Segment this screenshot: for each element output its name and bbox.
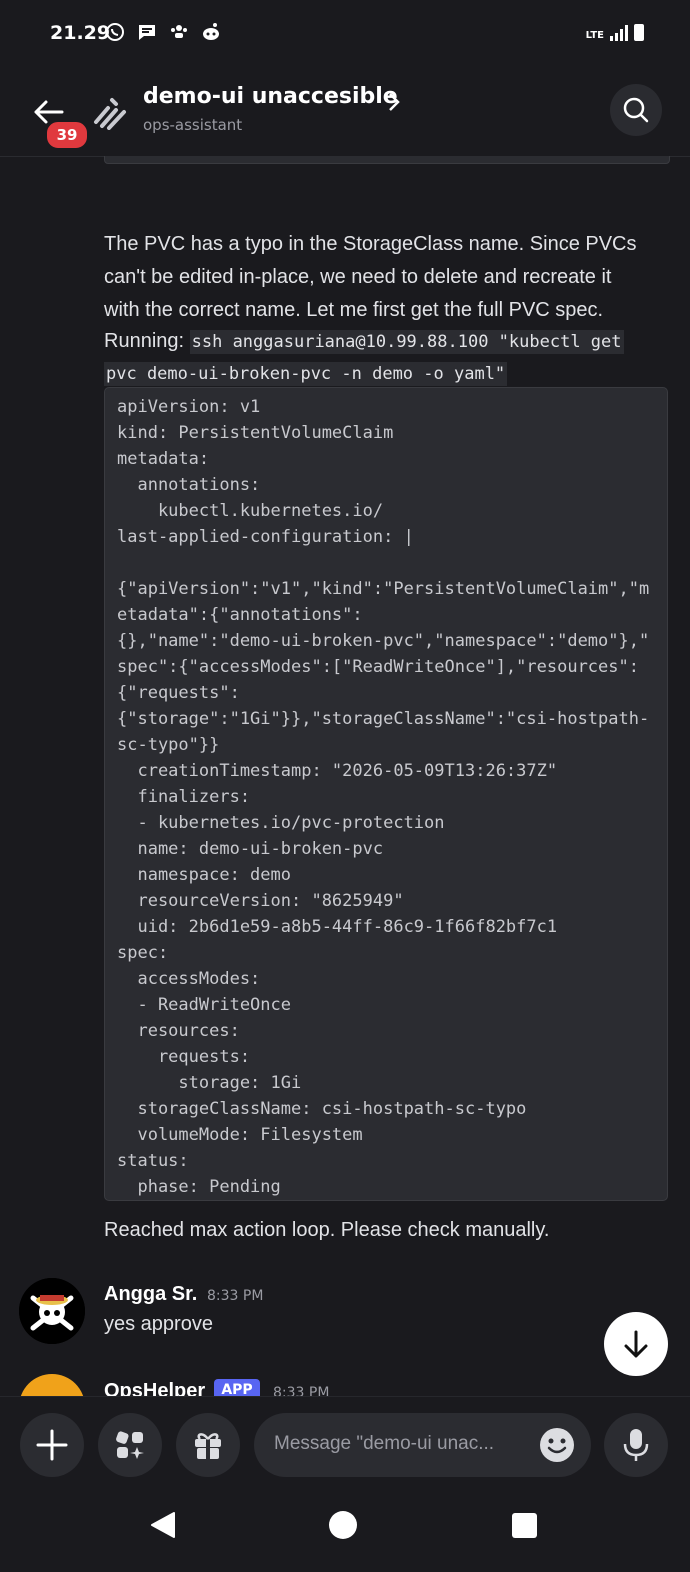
inline-command: ssh anggasuriana@10.99.88.100 "kubectl g… (189, 330, 624, 354)
bot-message-line: can't be edited in-place, we need to del… (104, 266, 612, 288)
gift-icon (195, 1433, 221, 1459)
unread-badge: 39 (45, 120, 89, 150)
bot-footer-text: Reached max action loop. Please check ma… (104, 1219, 550, 1241)
search-button[interactable] (610, 84, 662, 136)
message-icon (139, 25, 155, 40)
message-composer: Message "demo-ui unac... (0, 1396, 690, 1493)
message-author[interactable]: OpsHelper (104, 1380, 205, 1396)
avatar[interactable] (19, 1278, 85, 1344)
avatar[interactable] (19, 1374, 85, 1396)
emoji-icon[interactable] (539, 1427, 575, 1463)
status-time: 21.29 (50, 22, 111, 44)
nav-back-icon[interactable] (148, 1510, 178, 1540)
add-button[interactable] (20, 1413, 84, 1477)
reddit-icon (203, 23, 219, 40)
signal-icon (610, 25, 628, 41)
battery-icon (634, 24, 644, 41)
bot-message-line: with the correct name. Let me first get … (104, 299, 604, 321)
notification-icons (105, 22, 221, 42)
app-badge: APP (214, 1379, 260, 1396)
bot-message-line: The PVC has a typo in the StorageClass n… (104, 233, 637, 255)
previous-code-block (104, 156, 670, 164)
voice-button[interactable] (604, 1413, 668, 1477)
apps-button[interactable] (98, 1413, 162, 1477)
inline-command: pvc demo-ui-broken-pvc -n demo -o yaml" (104, 362, 508, 386)
microphone-icon (623, 1429, 649, 1461)
nav-recents-icon[interactable] (511, 1512, 538, 1539)
thread-icon (94, 98, 126, 130)
system-indicators: LTE (586, 24, 644, 41)
android-nav-bar (0, 1492, 690, 1572)
status-bar: 21.29 LTE (0, 0, 690, 70)
code-output: apiVersion: v1 kind: PersistentVolumeCla… (117, 397, 650, 1197)
message-input-placeholder: Message "demo-ui unac... (274, 1433, 495, 1454)
community-icon (171, 25, 187, 38)
plus-icon (36, 1429, 68, 1461)
channel-name: ops-assistant (143, 116, 243, 134)
message-author[interactable]: Angga Sr. (104, 1283, 197, 1306)
arrow-down-icon (624, 1330, 648, 1358)
gift-button[interactable] (176, 1413, 240, 1477)
running-label: Running: (104, 330, 185, 352)
skull-avatar-icon (19, 1278, 85, 1344)
nav-home-icon[interactable] (328, 1510, 358, 1540)
thread-header: 39 demo-ui unaccesible ops-assistant (0, 70, 690, 157)
bot-message-text: The PVC has a typo in the StorageClass n… (104, 228, 637, 327)
whatsapp-icon (106, 23, 124, 41)
message-list[interactable]: The PVC has a typo in the StorageClass n… (0, 156, 690, 1396)
jump-to-bottom-button[interactable] (604, 1312, 668, 1376)
running-command: Running: ssh anggasuriana@10.99.88.100 "… (104, 326, 664, 390)
apps-icon (116, 1431, 144, 1459)
message-input[interactable]: Message "demo-ui unac... (254, 1413, 591, 1477)
search-icon (623, 97, 649, 123)
code-block: apiVersion: v1 kind: PersistentVolumeCla… (104, 387, 668, 1201)
user-message-text: yes approve (104, 1313, 213, 1335)
lte-indicator: LTE (585, 30, 604, 41)
message-timestamp: 8:33 PM (207, 1288, 264, 1304)
thread-title[interactable]: demo-ui unaccesible (143, 84, 398, 109)
chevron-right-icon[interactable] (386, 90, 402, 114)
message-timestamp: 8:33 PM (273, 1385, 330, 1396)
